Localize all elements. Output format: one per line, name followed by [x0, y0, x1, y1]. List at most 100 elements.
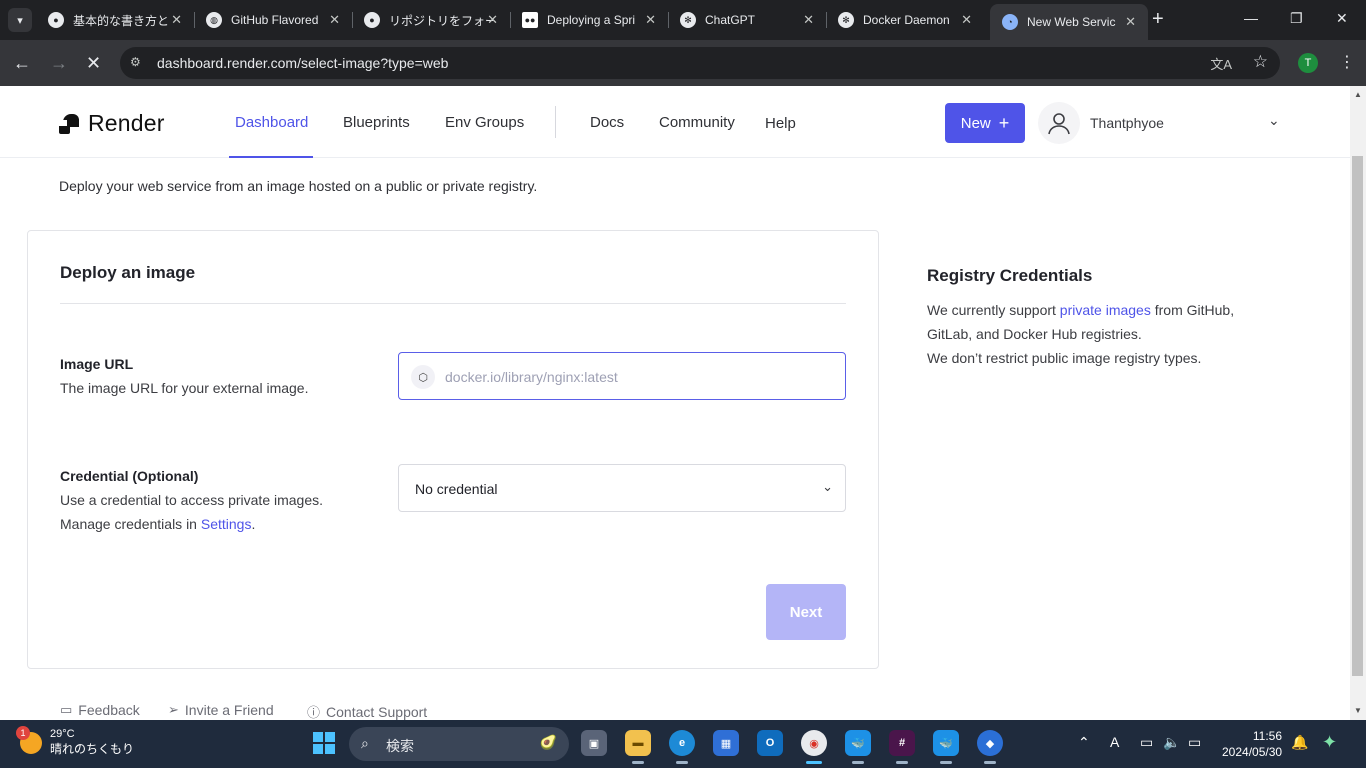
- outlook-icon[interactable]: O: [757, 730, 783, 756]
- deploy-image-card: Deploy an image Image URL The image URL …: [27, 230, 879, 669]
- image-url-input[interactable]: [445, 365, 835, 389]
- tab-search-chevron-icon[interactable]: ▾: [8, 8, 32, 32]
- support-text: We currently support: [927, 302, 1056, 318]
- close-tab-icon[interactable]: ✕: [329, 12, 340, 28]
- stop-loading-icon[interactable]: ✕: [86, 53, 101, 74]
- next-button[interactable]: Next: [766, 584, 846, 640]
- close-tab-icon[interactable]: ✕: [1125, 14, 1136, 30]
- site-info-icon[interactable]: ⚙: [130, 55, 146, 71]
- user-menu[interactable]: Thantphyoe ⌄: [1038, 102, 1288, 144]
- nav-blueprints[interactable]: Blueprints: [343, 114, 410, 131]
- settings-link[interactable]: Settings: [201, 516, 252, 532]
- scroll-up-icon[interactable]: ▲: [1354, 90, 1362, 99]
- forward-icon[interactable]: →: [50, 53, 68, 74]
- contact-support-label: Contact Support: [326, 703, 428, 720]
- manage-credentials-text: Manage credentials in: [60, 516, 197, 532]
- search-icon: ⌕: [361, 735, 369, 751]
- render-icon: ◔: [1002, 14, 1018, 30]
- copilot-icon[interactable]: ✦: [1322, 732, 1337, 753]
- divider: [60, 303, 846, 304]
- url-text[interactable]: dashboard.render.com/select-image?type=w…: [157, 55, 448, 71]
- credential-description-line2: Manage credentials in Settings.: [60, 512, 323, 536]
- weather-icon: 1: [16, 725, 42, 754]
- image-url-label: Image URL: [60, 356, 134, 372]
- volume-icon[interactable]: 🔈: [1163, 734, 1180, 751]
- task-view-icon[interactable]: ▣: [581, 730, 607, 756]
- taskbar-search[interactable]: ⌕ 検索 🥑: [349, 727, 569, 761]
- browser-tab[interactable]: ● リポジトリをフォーク ✕: [352, 4, 511, 36]
- nav-docs[interactable]: Docs: [590, 114, 624, 131]
- new-tab-icon[interactable]: +: [1152, 8, 1164, 31]
- logo-text: Render: [88, 110, 165, 136]
- feedback-icon: ▭: [60, 702, 73, 717]
- browser-tab[interactable]: ◍ GitHub Flavored ✕: [194, 4, 353, 36]
- windows-taskbar: 1 29°C 晴れのちくもり ⌕ 検索 🥑 ▣ ▬ e ▦ O ◉ 🐳 # 🐳 …: [0, 720, 1366, 768]
- credential-select[interactable]: No credential ⌄: [398, 464, 846, 512]
- file-explorer-icon[interactable]: ▬: [625, 730, 651, 764]
- image-url-field[interactable]: ⬡: [398, 352, 846, 400]
- close-tab-icon[interactable]: ✕: [487, 12, 498, 28]
- close-tab-icon[interactable]: ✕: [961, 12, 972, 28]
- help-circle-icon: ⓘ: [307, 705, 321, 720]
- tab-title: 基本的な書き方と: [73, 13, 170, 28]
- app-icon[interactable]: ◆: [977, 730, 1003, 764]
- address-bar[interactable]: ⚙ dashboard.render.com/select-image?type…: [120, 47, 1280, 79]
- profile-avatar[interactable]: T: [1298, 53, 1318, 73]
- close-tab-icon[interactable]: ✕: [645, 12, 656, 28]
- browser-tab[interactable]: ✻ Docker Daemon ✕: [826, 4, 984, 36]
- store-icon[interactable]: ▦: [713, 730, 739, 756]
- nav-env-groups[interactable]: Env Groups: [445, 114, 524, 131]
- close-tab-icon[interactable]: ✕: [803, 12, 814, 28]
- docker-icon[interactable]: 🐳: [933, 730, 959, 764]
- docker-icon[interactable]: 🐳: [845, 730, 871, 764]
- clock-time: 11:56: [1252, 729, 1282, 743]
- translate-icon[interactable]: 文A: [1210, 54, 1232, 73]
- page-subtitle: Deploy your web service from an image ho…: [59, 178, 538, 194]
- weather-widget[interactable]: 1 29°C 晴れのちくもり: [16, 725, 134, 757]
- credential-selected-value: No credential: [415, 481, 498, 497]
- invite-friend-link[interactable]: ➢ Invite a Friend: [168, 702, 274, 718]
- new-button[interactable]: New +: [945, 103, 1025, 143]
- browser-tab[interactable]: ✻ ChatGPT ✕: [668, 4, 827, 36]
- chrome-icon[interactable]: ◉: [801, 730, 827, 764]
- browser-menu-icon[interactable]: ⋮: [1339, 52, 1355, 72]
- page-scrollbar[interactable]: ▲ ▼: [1350, 86, 1366, 720]
- browser-tab[interactable]: ● 基本的な書き方と ✕: [36, 4, 195, 36]
- feedback-link[interactable]: ▭ Feedback: [60, 702, 140, 718]
- nav-help[interactable]: Help: [765, 115, 796, 132]
- tab-title: Deploying a Spri: [547, 13, 636, 27]
- card-title: Deploy an image: [60, 263, 196, 282]
- render-logo[interactable]: Render: [59, 110, 165, 137]
- tab-title: New Web Servic: [1027, 15, 1116, 29]
- registry-credentials-panel: Registry Credentials We currently suppor…: [927, 266, 1237, 370]
- user-avatar: [1038, 102, 1080, 144]
- private-images-link[interactable]: private images: [1060, 302, 1151, 318]
- scroll-down-icon[interactable]: ▼: [1354, 706, 1362, 715]
- plus-icon: +: [998, 112, 1010, 133]
- minimize-icon[interactable]: —: [1244, 10, 1258, 26]
- close-tab-icon[interactable]: ✕: [171, 12, 182, 28]
- nav-community[interactable]: Community: [659, 114, 735, 131]
- network-icon[interactable]: ▭: [1140, 734, 1153, 751]
- nav-dashboard[interactable]: Dashboard: [235, 114, 308, 131]
- notification-bell-icon[interactable]: 🔔: [1291, 734, 1308, 751]
- slack-icon[interactable]: #: [889, 730, 915, 764]
- windows-start-icon[interactable]: [313, 732, 335, 754]
- user-name: Thantphyoe: [1090, 115, 1164, 131]
- scrollbar-thumb[interactable]: [1352, 156, 1363, 676]
- contact-support-link[interactable]: ⓘ Contact Support: [307, 702, 428, 721]
- bookmark-star-icon[interactable]: ☆: [1253, 52, 1268, 72]
- show-hidden-icons-icon[interactable]: ⌃: [1078, 734, 1090, 751]
- browser-tab[interactable]: ●● Deploying a Spri ✕: [510, 4, 669, 36]
- ime-icon[interactable]: A: [1110, 734, 1119, 750]
- chatgpt-icon: ✻: [680, 12, 696, 28]
- browser-tab-active[interactable]: ◔ New Web Servic ✕: [990, 4, 1148, 40]
- restore-icon[interactable]: ❐: [1290, 10, 1303, 27]
- site-header: Render Dashboard Blueprints Env Groups D…: [0, 86, 1350, 158]
- edge-icon[interactable]: e: [669, 730, 695, 764]
- back-icon[interactable]: ←: [13, 53, 31, 74]
- close-window-icon[interactable]: ✕: [1336, 10, 1348, 27]
- system-clock[interactable]: 11:56 2024/05/30: [1222, 728, 1282, 760]
- period-text: .: [251, 516, 256, 532]
- battery-icon[interactable]: ▭: [1188, 734, 1201, 751]
